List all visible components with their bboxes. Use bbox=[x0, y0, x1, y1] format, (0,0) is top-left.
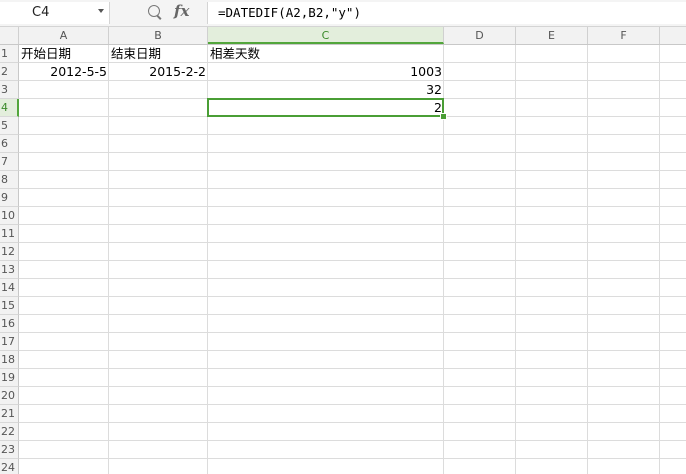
gridline-vertical bbox=[587, 45, 588, 474]
chevron-down-icon[interactable] bbox=[98, 9, 104, 13]
gridline-horizontal bbox=[19, 224, 686, 225]
row-header-3[interactable]: 3 bbox=[0, 81, 19, 99]
name-box[interactable]: C4 bbox=[0, 2, 110, 24]
row-header-9[interactable]: 9 bbox=[0, 189, 19, 207]
row-header-15[interactable]: 15 bbox=[0, 297, 19, 315]
formula-bar: C4 fx =DATEDIF(A2,B2,"y") bbox=[0, 0, 686, 27]
cell-c3[interactable]: 32 bbox=[208, 81, 444, 99]
cell-b1[interactable]: 结束日期 bbox=[109, 45, 208, 63]
row-header-6[interactable]: 6 bbox=[0, 135, 19, 153]
gridline-horizontal bbox=[19, 206, 686, 207]
gridline-horizontal bbox=[19, 422, 686, 423]
column-header-a[interactable]: A bbox=[19, 27, 109, 44]
cell-b2[interactable]: 2015-2-2 bbox=[109, 63, 208, 81]
row-header-19[interactable]: 19 bbox=[0, 369, 19, 387]
cell-a1[interactable]: 开始日期 bbox=[19, 45, 109, 63]
gridline-vertical bbox=[659, 45, 660, 474]
row-header-14[interactable]: 14 bbox=[0, 279, 19, 297]
gridline-vertical bbox=[108, 45, 109, 474]
gridline-horizontal bbox=[19, 350, 686, 351]
gridline-horizontal bbox=[19, 332, 686, 333]
gridline-horizontal bbox=[19, 314, 686, 315]
cell-a2[interactable]: 2012-5-5 bbox=[19, 63, 109, 81]
row-header-20[interactable]: 20 bbox=[0, 387, 19, 405]
row-header-23[interactable]: 23 bbox=[0, 441, 19, 459]
row-header-21[interactable]: 21 bbox=[0, 405, 19, 423]
gridline-horizontal bbox=[19, 296, 686, 297]
zoom-icon[interactable] bbox=[148, 5, 160, 17]
column-header-d[interactable]: D bbox=[444, 27, 516, 44]
gridline-horizontal bbox=[19, 134, 686, 135]
gridline-horizontal bbox=[19, 404, 686, 405]
name-box-value: C4 bbox=[32, 5, 50, 20]
gridline-vertical bbox=[515, 45, 516, 474]
row-header-11[interactable]: 11 bbox=[0, 225, 19, 243]
row-header-1[interactable]: 1 bbox=[0, 45, 19, 63]
fx-icon[interactable]: fx bbox=[174, 2, 189, 20]
row-header-5[interactable]: 5 bbox=[0, 117, 19, 135]
column-header-f[interactable]: F bbox=[588, 27, 660, 44]
gridline-horizontal bbox=[19, 386, 686, 387]
row-header-2[interactable]: 2 bbox=[0, 63, 19, 81]
gridline-horizontal bbox=[19, 152, 686, 153]
row-header-18[interactable]: 18 bbox=[0, 351, 19, 369]
row-header-24[interactable]: 24 bbox=[0, 459, 19, 474]
cell-c1[interactable]: 相差天数 bbox=[208, 45, 444, 63]
row-header-12[interactable]: 12 bbox=[0, 243, 19, 261]
column-header-c[interactable]: C bbox=[208, 27, 444, 44]
gridline-horizontal bbox=[19, 242, 686, 243]
gridline-horizontal bbox=[19, 260, 686, 261]
gridline-horizontal bbox=[19, 188, 686, 189]
row-header-8[interactable]: 8 bbox=[0, 171, 19, 189]
gridline-horizontal bbox=[19, 278, 686, 279]
column-header-e[interactable]: E bbox=[516, 27, 588, 44]
column-header-row: ABCDEF bbox=[0, 27, 686, 45]
formula-input[interactable]: =DATEDIF(A2,B2,"y") bbox=[207, 2, 686, 24]
row-header-16[interactable]: 16 bbox=[0, 315, 19, 333]
gridline-horizontal bbox=[19, 170, 686, 171]
gridline-horizontal bbox=[19, 368, 686, 369]
row-header-17[interactable]: 17 bbox=[0, 333, 19, 351]
row-header-22[interactable]: 22 bbox=[0, 423, 19, 441]
spreadsheet-grid: ABCDEF 1 2 3 4 5 6 7 8 9 10 11 12 13 14 15 16 17 18 19 20 21… bbox=[0, 27, 686, 474]
column-header-b[interactable]: B bbox=[109, 27, 208, 44]
row-header-10[interactable]: 10 bbox=[0, 207, 19, 225]
row-header-13[interactable]: 13 bbox=[0, 261, 19, 279]
cell-c2[interactable]: 1003 bbox=[208, 63, 444, 81]
formula-text: =DATEDIF(A2,B2,"y") bbox=[218, 5, 361, 20]
gridline-horizontal bbox=[19, 458, 686, 459]
cell-c4[interactable]: 2 bbox=[208, 99, 444, 117]
gridline-horizontal bbox=[19, 440, 686, 441]
select-all-corner[interactable] bbox=[0, 27, 19, 44]
row-header-7[interactable]: 7 bbox=[0, 153, 19, 171]
fill-handle[interactable] bbox=[440, 113, 447, 120]
row-header-4[interactable]: 4 bbox=[0, 99, 19, 117]
